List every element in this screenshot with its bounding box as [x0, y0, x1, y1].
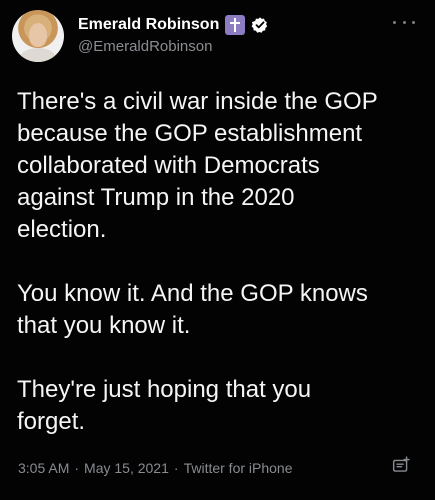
tweet-source[interactable]: Twitter for iPhone: [184, 459, 293, 477]
verified-badge-icon: [251, 17, 268, 33]
author-handle[interactable]: @EmeraldRobinson: [78, 38, 212, 56]
meta-separator: ·: [173, 460, 179, 476]
more-dot-icon: [393, 20, 396, 24]
author-name-row: Emerald Robinson: [78, 14, 269, 36]
avatar-face: [29, 23, 47, 47]
more-options-icon[interactable]: [393, 14, 415, 30]
more-dot-icon: [412, 20, 415, 24]
avatar-shoulders: [20, 48, 56, 62]
cross-badge-icon: [225, 15, 246, 35]
tweet-card: Emerald Robinson @EmeraldRobinson There'…: [0, 0, 435, 500]
author-avatar[interactable]: [12, 10, 64, 62]
tweet-date[interactable]: May 15, 2021: [84, 459, 169, 477]
reply-icon[interactable]: [392, 455, 412, 475]
tweet-time[interactable]: 3:05 AM: [18, 459, 69, 477]
tweet-meta: 3:05 AM · May 15, 2021 · Twitter for iPh…: [18, 459, 293, 477]
meta-separator: ·: [74, 460, 80, 476]
more-dot-icon: [402, 20, 406, 24]
tweet-text: There's a civil war inside the GOP becau…: [17, 88, 378, 435]
author-display-name[interactable]: Emerald Robinson: [78, 15, 219, 35]
